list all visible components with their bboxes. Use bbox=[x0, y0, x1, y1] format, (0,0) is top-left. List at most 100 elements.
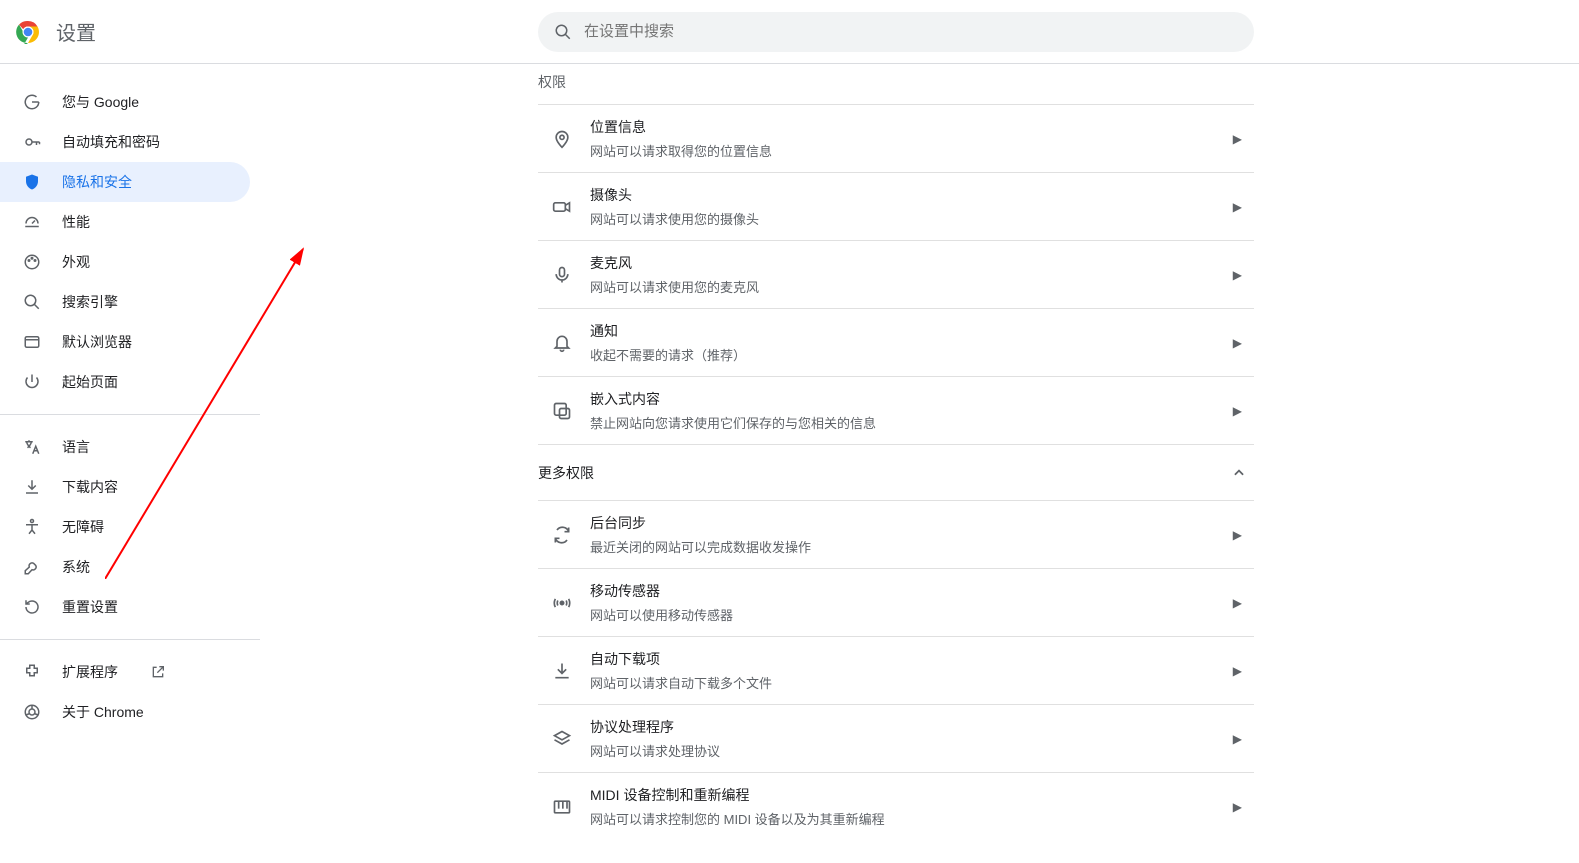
sidebar-item-label: 搜索引擎 bbox=[62, 292, 118, 312]
row-location[interactable]: 位置信息网站可以请求取得您的位置信息 ▶ bbox=[538, 104, 1254, 172]
sidebar-item-reset[interactable]: 重置设置 bbox=[0, 587, 250, 627]
sidebar-item-label: 系统 bbox=[62, 557, 90, 577]
chevron-right-icon: ▶ bbox=[1233, 528, 1250, 542]
row-sub: 网站可以请求使用您的麦克风 bbox=[590, 277, 1233, 296]
bell-icon bbox=[542, 333, 582, 353]
external-link-icon bbox=[150, 664, 166, 680]
download-icon bbox=[22, 477, 42, 497]
google-icon bbox=[22, 92, 42, 112]
chevron-right-icon: ▶ bbox=[1233, 200, 1250, 214]
row-microphone[interactable]: 麦克风网站可以请求使用您的麦克风 ▶ bbox=[538, 240, 1254, 308]
row-sub: 网站可以请求使用您的摄像头 bbox=[590, 209, 1233, 228]
row-camera[interactable]: 摄像头网站可以请求使用您的摄像头 ▶ bbox=[538, 172, 1254, 240]
chrome-outline-icon bbox=[22, 702, 42, 722]
row-title: 协议处理程序 bbox=[590, 717, 1233, 737]
chrome-logo-icon bbox=[16, 20, 40, 44]
row-sub: 网站可以请求自动下载多个文件 bbox=[590, 673, 1233, 692]
sidebar-item-label: 隐私和安全 bbox=[62, 172, 132, 192]
sidebar-item-performance[interactable]: 性能 bbox=[0, 202, 250, 242]
search-icon bbox=[22, 292, 42, 312]
browser-icon bbox=[22, 332, 42, 352]
accessibility-icon bbox=[22, 517, 42, 537]
chevron-right-icon: ▶ bbox=[1233, 664, 1250, 678]
chevron-right-icon: ▶ bbox=[1233, 404, 1250, 418]
page-title: 设置 bbox=[56, 17, 96, 46]
sidebar-item-default-browser[interactable]: 默认浏览器 bbox=[0, 322, 250, 362]
sidebar-item-languages[interactable]: 语言 bbox=[0, 427, 250, 467]
protocol-icon bbox=[542, 729, 582, 749]
row-motion-sensors[interactable]: 移动传感器网站可以使用移动传感器 ▶ bbox=[538, 568, 1254, 636]
sidebar-item-label: 自动填充和密码 bbox=[62, 132, 160, 152]
sidebar-item-autofill[interactable]: 自动填充和密码 bbox=[0, 122, 250, 162]
row-title: 自动下载项 bbox=[590, 649, 1233, 669]
midi-icon bbox=[542, 797, 582, 817]
sidebar-item-search-engine[interactable]: 搜索引擎 bbox=[0, 282, 250, 322]
sidebar-item-appearance[interactable]: 外观 bbox=[0, 242, 250, 282]
row-more-permissions[interactable]: 更多权限 bbox=[538, 444, 1254, 500]
sidebar: 您与 Google 自动填充和密码 隐私和安全 性能 外观 搜索引擎 默认浏览器 bbox=[0, 64, 260, 840]
chevron-right-icon: ▶ bbox=[1233, 800, 1250, 814]
reset-icon bbox=[22, 597, 42, 617]
row-sub: 网站可以使用移动传感器 bbox=[590, 605, 1233, 624]
sidebar-item-on-startup[interactable]: 起始页面 bbox=[0, 362, 250, 402]
row-title: 后台同步 bbox=[590, 513, 1233, 533]
embedded-icon bbox=[542, 401, 582, 421]
extension-icon bbox=[22, 662, 42, 682]
sidebar-item-label: 语言 bbox=[62, 437, 90, 457]
sidebar-item-google[interactable]: 您与 Google bbox=[0, 82, 250, 122]
row-notifications[interactable]: 通知收起不需要的请求（推荐） ▶ bbox=[538, 308, 1254, 376]
sidebar-item-label: 您与 Google bbox=[62, 92, 139, 112]
sidebar-item-system[interactable]: 系统 bbox=[0, 547, 250, 587]
sidebar-item-label: 扩展程序 bbox=[62, 662, 118, 682]
sidebar-item-label: 关于 Chrome bbox=[62, 702, 144, 722]
row-title: 麦克风 bbox=[590, 253, 1233, 273]
sidebar-item-accessibility[interactable]: 无障碍 bbox=[0, 507, 250, 547]
sidebar-item-label: 性能 bbox=[62, 212, 90, 232]
app-header: 设置 bbox=[0, 0, 1579, 64]
row-sub: 网站可以请求取得您的位置信息 bbox=[590, 141, 1233, 160]
search-box[interactable] bbox=[538, 12, 1254, 52]
section-more-label: 更多权限 bbox=[538, 463, 594, 483]
chevron-right-icon: ▶ bbox=[1233, 732, 1250, 746]
sidebar-item-extensions[interactable]: 扩展程序 bbox=[0, 652, 250, 692]
chevron-right-icon: ▶ bbox=[1233, 268, 1250, 282]
row-background-sync[interactable]: 后台同步最近关闭的网站可以完成数据收发操作 ▶ bbox=[538, 500, 1254, 568]
row-sub: 禁止网站向您请求使用它们保存的与您相关的信息 bbox=[590, 413, 1233, 432]
sidebar-item-label: 下载内容 bbox=[62, 477, 118, 497]
palette-icon bbox=[22, 252, 42, 272]
row-embedded-content[interactable]: 嵌入式内容禁止网站向您请求使用它们保存的与您相关的信息 ▶ bbox=[538, 376, 1254, 444]
location-icon bbox=[542, 129, 582, 149]
chevron-right-icon: ▶ bbox=[1233, 336, 1250, 350]
sidebar-item-label: 无障碍 bbox=[62, 517, 104, 537]
sidebar-item-label: 外观 bbox=[62, 252, 90, 272]
row-title: MIDI 设备控制和重新编程 bbox=[590, 785, 1233, 805]
row-sub: 收起不需要的请求（推荐） bbox=[590, 345, 1233, 364]
power-icon bbox=[22, 372, 42, 392]
row-protocol-handlers[interactable]: 协议处理程序网站可以请求处理协议 ▶ bbox=[538, 704, 1254, 772]
sidebar-item-label: 重置设置 bbox=[62, 597, 118, 617]
row-midi-devices[interactable]: MIDI 设备控制和重新编程网站可以请求控制您的 MIDI 设备以及为其重新编程… bbox=[538, 772, 1254, 840]
row-title: 摄像头 bbox=[590, 185, 1233, 205]
divider bbox=[0, 414, 260, 415]
header-left: 设置 bbox=[16, 17, 96, 46]
translate-icon bbox=[22, 437, 42, 457]
camera-icon bbox=[542, 197, 582, 217]
microphone-icon bbox=[542, 265, 582, 285]
search-icon bbox=[554, 23, 572, 41]
divider bbox=[0, 639, 260, 640]
search-input[interactable] bbox=[584, 23, 1238, 40]
chevron-right-icon: ▶ bbox=[1233, 596, 1250, 610]
sidebar-item-privacy[interactable]: 隐私和安全 bbox=[0, 162, 250, 202]
wrench-icon bbox=[22, 557, 42, 577]
shield-icon bbox=[22, 172, 42, 192]
sidebar-item-about[interactable]: 关于 Chrome bbox=[0, 692, 250, 732]
sidebar-item-label: 默认浏览器 bbox=[62, 332, 132, 352]
row-title: 嵌入式内容 bbox=[590, 389, 1233, 409]
sync-icon bbox=[542, 525, 582, 545]
chevron-right-icon: ▶ bbox=[1233, 132, 1250, 146]
speedometer-icon bbox=[22, 212, 42, 232]
row-automatic-downloads[interactable]: 自动下载项网站可以请求自动下载多个文件 ▶ bbox=[538, 636, 1254, 704]
row-sub: 网站可以请求控制您的 MIDI 设备以及为其重新编程 bbox=[590, 809, 1233, 828]
sidebar-item-downloads[interactable]: 下载内容 bbox=[0, 467, 250, 507]
row-title: 通知 bbox=[590, 321, 1233, 341]
